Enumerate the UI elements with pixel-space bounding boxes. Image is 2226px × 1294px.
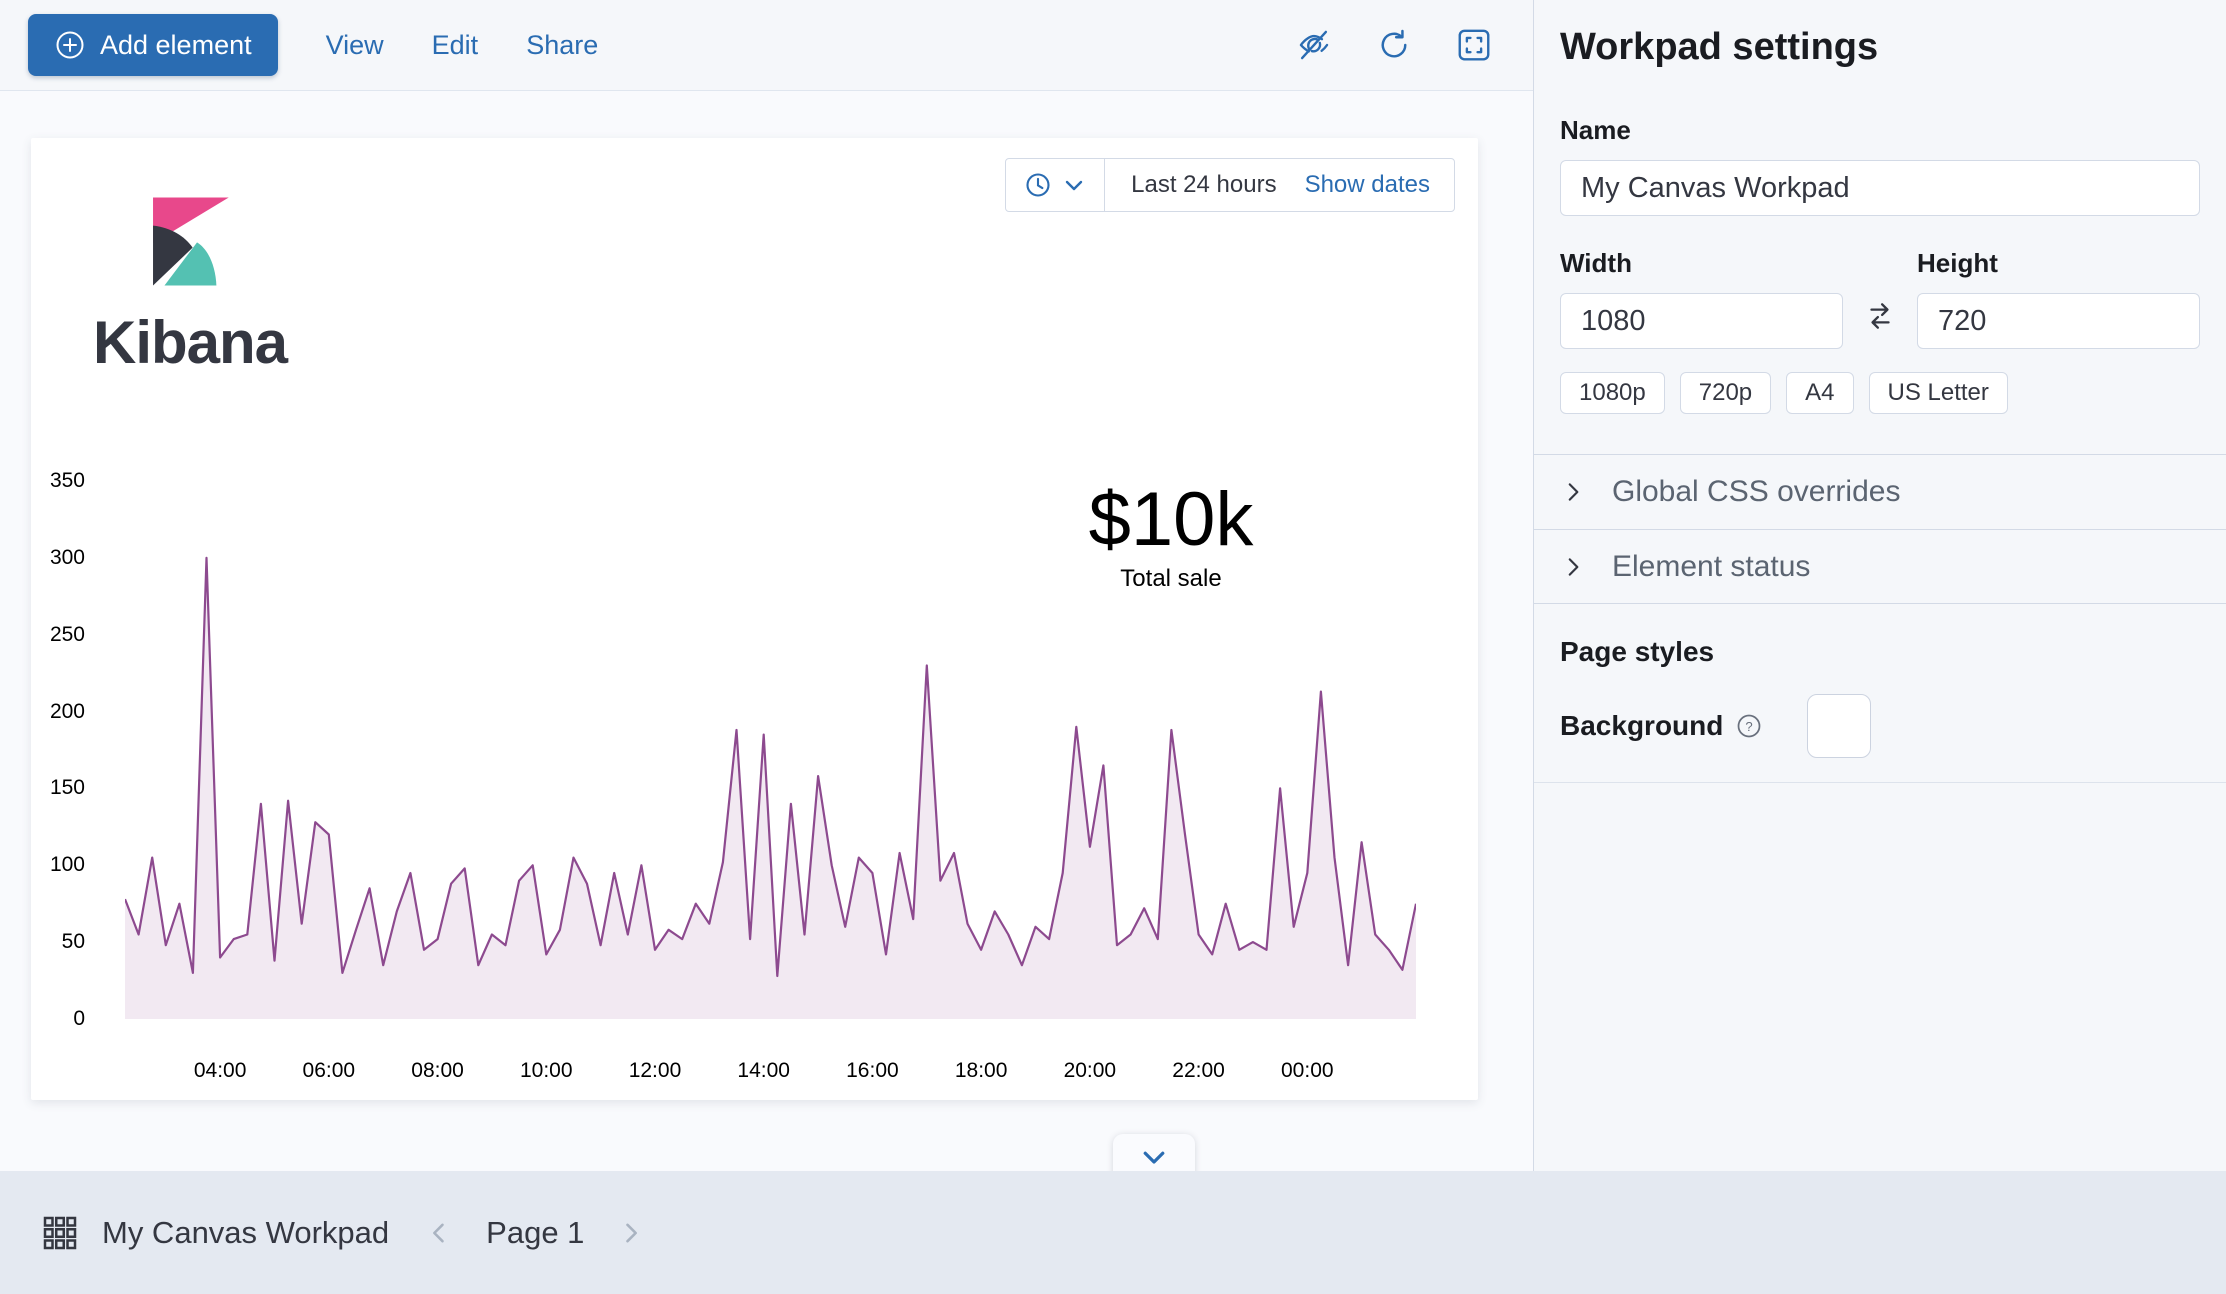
background-color-swatch[interactable]: [1807, 694, 1871, 758]
height-field: Height: [1917, 248, 2200, 349]
chevron-down-icon: [1139, 1142, 1169, 1171]
kibana-logo-element[interactable]: Kibana: [93, 190, 287, 377]
y-tick-label: 0: [31, 1007, 85, 1031]
workpad-name-input[interactable]: [1560, 160, 2200, 216]
footer-workpad-name: My Canvas Workpad: [102, 1215, 389, 1251]
height-input[interactable]: [1917, 293, 2200, 349]
add-element-button[interactable]: Add element: [28, 14, 278, 76]
refresh-icon[interactable]: [1375, 26, 1413, 64]
kibana-logo-icon: [146, 190, 234, 300]
svg-text:?: ?: [1746, 719, 1753, 734]
preset-a4-button[interactable]: A4: [1786, 372, 1853, 414]
x-tick-label: 18:00: [936, 1059, 1026, 1083]
workspace-column: Add element View Edit Share: [0, 0, 1533, 1171]
x-tick-label: 04:00: [175, 1059, 265, 1083]
time-filter-element[interactable]: Last 24 hours Show dates: [1005, 158, 1455, 212]
show-dates-link[interactable]: Show dates: [1305, 171, 1430, 199]
global-css-overrides-accordion[interactable]: Global CSS overrides: [1534, 454, 2226, 529]
name-field-row: Name: [1560, 115, 2200, 216]
chevron-right-icon: [617, 1219, 645, 1247]
chevron-down-icon: [1062, 173, 1086, 197]
kibana-logo-text: Kibana: [93, 308, 287, 377]
y-tick-label: 50: [31, 930, 85, 954]
y-tick-label: 350: [31, 469, 85, 493]
y-tick-label: 100: [31, 853, 85, 877]
x-tick-label: 00:00: [1262, 1059, 1352, 1083]
hide-toolbars-icon[interactable]: [1295, 26, 1333, 64]
name-label: Name: [1560, 115, 2200, 146]
time-filter-quick-select[interactable]: [1006, 159, 1105, 211]
width-input[interactable]: [1560, 293, 1843, 349]
x-tick-label: 14:00: [719, 1059, 809, 1083]
y-tick-label: 150: [31, 776, 85, 800]
nav-edit[interactable]: Edit: [432, 30, 479, 61]
next-page-button[interactable]: [617, 1219, 645, 1247]
x-tick-label: 22:00: [1154, 1059, 1244, 1083]
element-status-accordion[interactable]: Element status: [1534, 529, 2226, 604]
chart-x-axis-labels: 04:00 06:00 08:00 10:00 12:00 14:00 16:00 18:00…: [31, 1059, 1478, 1089]
swap-dimensions-button[interactable]: [1843, 288, 1917, 344]
x-tick-label: 20:00: [1045, 1059, 1135, 1083]
top-toolbar: Add element View Edit Share: [0, 0, 1533, 91]
workpad-workspace: Kibana Last 24 hours: [0, 91, 1533, 1171]
width-field: Width: [1560, 248, 1843, 349]
chevron-right-icon: [1560, 479, 1586, 505]
footer-bar: My Canvas Workpad Page 1: [0, 1171, 2226, 1294]
swap-arrows-icon: [1863, 299, 1897, 333]
element-status-label: Element status: [1612, 550, 1810, 584]
dimensions-row: Width Height: [1560, 248, 2200, 349]
nav-view[interactable]: View: [326, 30, 384, 61]
y-tick-label: 300: [31, 546, 85, 570]
preset-720p-button[interactable]: 720p: [1680, 372, 1771, 414]
x-tick-label: 08:00: [393, 1059, 483, 1083]
x-tick-label: 06:00: [284, 1059, 374, 1083]
workpad-settings-panel: Workpad settings Name Width Height: [1533, 0, 2226, 1171]
background-row: Background ?: [1534, 694, 2226, 783]
time-filter-duration: Last 24 hours: [1131, 171, 1276, 199]
x-tick-label: 10:00: [501, 1059, 591, 1083]
page-styles-title: Page styles: [1560, 636, 2200, 668]
metric-label: Total sale: [1051, 565, 1291, 593]
panel-title: Workpad settings: [1560, 26, 2200, 69]
x-tick-label: 16:00: [827, 1059, 917, 1083]
chart-y-axis-labels: 350300250200150100500: [31, 481, 85, 1019]
y-tick-label: 200: [31, 700, 85, 724]
height-label: Height: [1917, 248, 2200, 279]
canvas-app: Add element View Edit Share: [0, 0, 2226, 1294]
current-page-label: Page 1: [486, 1215, 584, 1251]
page-manager-expand-button[interactable]: [1113, 1134, 1195, 1171]
preset-1080p-button[interactable]: 1080p: [1560, 372, 1665, 414]
size-presets: 1080p 720p A4 US Letter: [1560, 372, 2200, 414]
y-tick-label: 250: [31, 623, 85, 647]
workpad-page[interactable]: Kibana Last 24 hours: [31, 138, 1478, 1100]
global-css-overrides-label: Global CSS overrides: [1612, 475, 1900, 509]
main-row: Add element View Edit Share: [0, 0, 2226, 1171]
add-element-label: Add element: [100, 30, 252, 61]
preset-us-letter-button[interactable]: US Letter: [1869, 372, 2008, 414]
width-label: Width: [1560, 248, 1843, 279]
previous-page-button[interactable]: [425, 1219, 453, 1247]
nav-share[interactable]: Share: [526, 30, 598, 61]
chevron-right-icon: [1560, 554, 1586, 580]
clock-icon: [1024, 171, 1052, 199]
fullscreen-icon[interactable]: [1455, 26, 1493, 64]
x-tick-label: 12:00: [610, 1059, 700, 1083]
chevron-left-icon: [425, 1219, 453, 1247]
plus-circle-icon: [54, 29, 86, 61]
metric-element[interactable]: $10k Total sale: [1051, 476, 1291, 593]
help-icon[interactable]: ?: [1735, 712, 1763, 740]
background-label: Background: [1560, 710, 1723, 742]
metric-value: $10k: [1051, 476, 1291, 563]
page-grid-icon[interactable]: [40, 1213, 80, 1253]
accordion-group: Global CSS overrides Element status: [1534, 454, 2226, 604]
